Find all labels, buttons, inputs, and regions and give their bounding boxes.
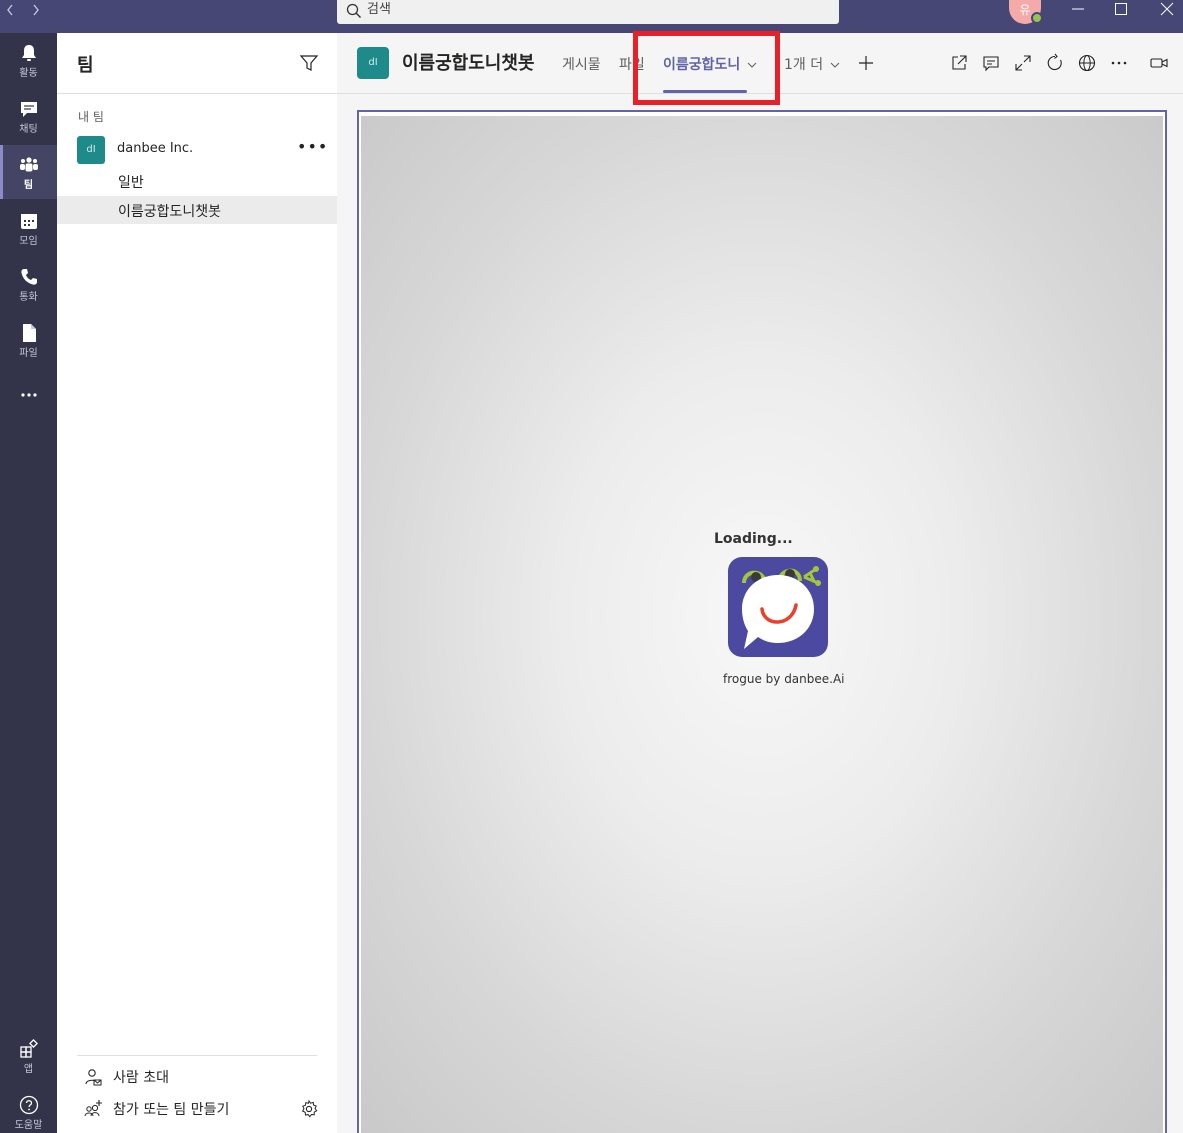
loading-text: Loading...	[714, 531, 793, 547]
pop-out-button[interactable]	[949, 53, 969, 73]
file-icon	[22, 324, 36, 342]
frogue-logo-icon	[728, 557, 828, 657]
join-team-icon	[84, 1100, 102, 1117]
tab-label: 게시물	[562, 57, 601, 73]
manage-teams-button[interactable]	[299, 1099, 319, 1119]
logo-caption: frogue by danbee.Ai	[723, 672, 845, 686]
conversation-icon	[983, 56, 999, 72]
rail-item-calls[interactable]: 통화	[0, 257, 57, 311]
channel-header: dI 이름궁합도니챗봇 게시물 파일 이름궁합도니 1개 더	[337, 31, 1183, 105]
bell-icon	[21, 45, 36, 61]
conversation-button[interactable]	[981, 53, 1001, 73]
invite-label: 사람 초대	[113, 1070, 169, 1086]
more-icon	[20, 393, 37, 397]
channel-title: 이름궁합도니챗봇	[402, 53, 535, 74]
expand-icon	[1015, 55, 1031, 71]
team-avatar: dI	[77, 136, 105, 164]
title-bar: 검색 유	[0, 0, 1183, 33]
expand-button[interactable]	[1013, 53, 1033, 73]
open-website-button[interactable]	[1077, 53, 1097, 73]
search-placeholder: 검색	[367, 2, 391, 17]
more-options-button[interactable]	[1109, 53, 1129, 73]
rail-item-help[interactable]: 도움말	[0, 1085, 57, 1133]
rail-label: 모임	[19, 236, 38, 247]
invite-people-button[interactable]: 사람 초대	[83, 1065, 303, 1089]
search-input[interactable]: 검색	[337, 0, 839, 24]
phone-icon	[20, 269, 37, 285]
plus-icon	[859, 56, 873, 70]
teams-panel: 팀 내 팀 dI danbee Inc. ••• 일반 이름궁합도니챗봇 사람 …	[57, 33, 337, 1133]
help-icon	[19, 1095, 38, 1115]
rail-item-activity[interactable]: 활동	[0, 33, 57, 87]
gear-icon	[301, 1099, 318, 1118]
rail-item-chat[interactable]: 채팅	[0, 89, 57, 143]
chat-icon	[20, 102, 37, 117]
divider	[57, 93, 337, 94]
team-item-danbee[interactable]: dI danbee Inc. •••	[57, 133, 337, 167]
forward-arrow-icon[interactable]	[30, 0, 42, 20]
pop-out-icon	[952, 55, 967, 70]
team-more-options-icon[interactable]: •••	[297, 137, 328, 156]
apps-icon	[19, 1039, 38, 1058]
add-tab-button[interactable]	[856, 53, 876, 73]
app-rail: 활동 채팅 팀 모임 통화 파일 앱 도움말	[0, 33, 57, 1133]
highlight-annotation	[633, 31, 780, 105]
panel-title: 팀	[77, 55, 94, 76]
join-create-team-button[interactable]: 참가 또는 팀 만들기	[83, 1097, 303, 1121]
tab-more[interactable]: 1개 더	[784, 54, 840, 74]
rail-label: 도움말	[14, 1120, 43, 1131]
section-label-my-teams: 내 팀	[78, 110, 104, 124]
team-name: danbee Inc.	[117, 141, 194, 156]
rail-label: 통화	[19, 292, 38, 303]
more-icon	[1111, 61, 1127, 65]
maximize-button[interactable]	[1106, 0, 1136, 22]
rail-label: 앱	[23, 1064, 34, 1075]
divider	[77, 1055, 317, 1056]
rail-label: 파일	[19, 348, 38, 359]
rail-label: 활동	[19, 68, 38, 79]
channel-label: 이름궁합도니챗봇	[118, 204, 222, 220]
reload-button[interactable]	[1045, 53, 1065, 73]
calendar-icon	[20, 214, 37, 229]
filter-button[interactable]	[299, 53, 319, 73]
rail-label: 팀	[23, 180, 34, 191]
tab-app-view: Loading... frogue by danbee.Ai	[361, 116, 1163, 1133]
search-icon	[346, 3, 361, 18]
filter-icon	[299, 55, 319, 71]
channel-item-chatbot[interactable]: 이름궁합도니챗봇	[57, 196, 337, 224]
tab-label: 1개 더	[784, 57, 824, 73]
presence-available-icon	[1031, 12, 1043, 24]
video-camera-icon	[1150, 58, 1168, 68]
team-avatar: dI	[357, 47, 389, 79]
user-avatar[interactable]: 유	[1009, 0, 1043, 24]
rail-item-teams[interactable]: 팀	[0, 145, 57, 199]
back-arrow-icon[interactable]	[4, 0, 16, 20]
invite-people-icon	[85, 1069, 102, 1086]
chevron-down-icon	[830, 62, 839, 68]
tab-content-frame: Loading... frogue by danbee.Ai	[357, 110, 1167, 1133]
globe-icon	[1078, 54, 1096, 72]
channel-item-general[interactable]: 일반	[57, 167, 337, 195]
rail-item-files[interactable]: 파일	[0, 313, 57, 367]
rail-item-apps[interactable]: 앱	[0, 1029, 57, 1083]
join-create-label: 참가 또는 팀 만들기	[113, 1102, 230, 1118]
rail-item-meetings[interactable]: 모임	[0, 201, 57, 255]
reload-icon	[1047, 53, 1062, 71]
teams-icon	[19, 157, 38, 172]
rail-item-more[interactable]	[0, 375, 57, 429]
rail-label: 채팅	[19, 124, 38, 135]
close-button[interactable]	[1152, 0, 1182, 22]
channel-label: 일반	[118, 175, 144, 191]
meet-now-button[interactable]	[1149, 53, 1169, 73]
minimize-button[interactable]	[1063, 0, 1093, 22]
tab-posts[interactable]: 게시물	[562, 54, 601, 74]
